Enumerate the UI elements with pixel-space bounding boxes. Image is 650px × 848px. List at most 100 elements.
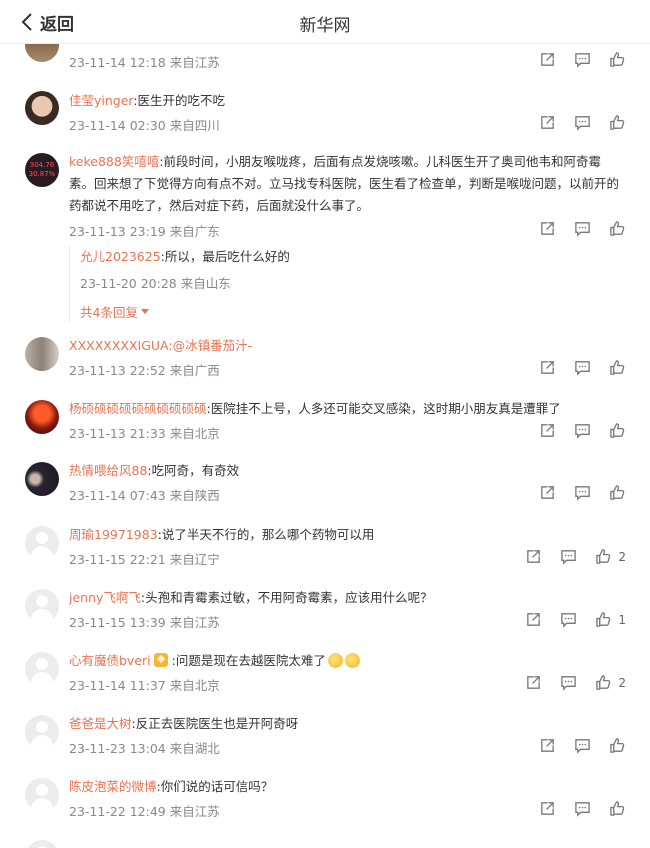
like-button[interactable] (609, 51, 626, 68)
thumbs-up-icon (610, 738, 625, 753)
avatar[interactable] (25, 589, 59, 623)
share-button[interactable] (539, 800, 556, 817)
avatar[interactable] (25, 526, 59, 560)
more-replies-button[interactable]: 共4条回复 (80, 302, 149, 321)
reply-button[interactable] (574, 800, 591, 817)
comment-meta: 23-11-13 21:33 来自北京 (69, 426, 220, 441)
comment-icon (575, 739, 590, 754)
comment-meta: 23-11-14 07:43 来自陕西 (69, 488, 220, 503)
reply-button[interactable] (574, 220, 591, 237)
avatar[interactable] (25, 400, 59, 434)
share-icon (541, 802, 554, 815)
like-button[interactable]: 1 (595, 611, 626, 628)
share-button[interactable] (539, 114, 556, 131)
avatar-text: 30.87% (28, 170, 56, 178)
comment-icon (561, 613, 577, 628)
avatar[interactable] (25, 337, 59, 371)
share-icon (527, 550, 541, 563)
reply-button[interactable] (574, 51, 591, 68)
comment-icon (561, 550, 577, 565)
comment-icon (575, 53, 590, 68)
back-label: 返回 (40, 14, 74, 35)
comment-meta: 23-11-23 13:04 来自湖北 (69, 741, 220, 756)
avatar[interactable] (25, 652, 59, 686)
reply-button[interactable] (560, 548, 577, 565)
comment-icon (575, 424, 590, 439)
reply-username[interactable]: 允儿2023625 (80, 249, 161, 264)
back-button[interactable]: 返回 (20, 9, 74, 35)
reply-text: :所以，最后吃什么好的 (160, 249, 290, 264)
like-button[interactable] (609, 359, 626, 376)
comment-username[interactable]: 心有魔债bveri (69, 653, 151, 668)
like-button[interactable] (609, 737, 626, 754)
page-title: 新华网 (299, 16, 351, 36)
reply-button[interactable] (574, 422, 591, 439)
comment-icon (575, 361, 590, 376)
like-count: 1 (618, 612, 626, 627)
chevron-left-icon (21, 13, 32, 31)
share-button[interactable] (525, 548, 542, 565)
comment-meta: 23-11-13 22:52 来自广西 (69, 363, 220, 378)
share-icon (541, 424, 554, 437)
thumbs-up-icon (610, 360, 625, 375)
share-button[interactable] (539, 484, 556, 501)
reply-button[interactable] (574, 114, 591, 131)
share-icon (527, 613, 541, 626)
like-button[interactable] (609, 220, 626, 237)
comment-username[interactable]: XXXXXXXXIGUA (69, 338, 168, 353)
reply-button[interactable] (574, 484, 591, 501)
comment-username[interactable]: 陈皮泡菜的微博 (69, 779, 157, 794)
comment-username[interactable]: keke888笑嘻嘻 (69, 154, 159, 169)
like-button[interactable]: 2 (595, 674, 626, 691)
like-button[interactable] (609, 114, 626, 131)
comment-username[interactable]: jenny飞啊飞 (69, 590, 141, 605)
reply-button[interactable] (574, 737, 591, 754)
avatar[interactable] (25, 778, 59, 812)
like-button[interactable]: 2 (595, 548, 626, 565)
laugh-cry-emoji-icon (344, 653, 360, 668)
comment-username[interactable]: 热情喂给风88 (69, 463, 147, 478)
avatar-text: 304.76 (29, 161, 55, 169)
comment-username[interactable]: 爸爸是大树 (69, 716, 132, 731)
like-button[interactable] (609, 422, 626, 439)
comment-text: :说了半天不行的，那么哪个药物可以用 (157, 527, 375, 542)
avatar[interactable] (25, 840, 59, 848)
share-icon (541, 361, 554, 374)
reply-button[interactable] (574, 359, 591, 376)
avatar[interactable]: 304.76 30.87% (25, 153, 59, 187)
comment-icon (575, 116, 590, 131)
thumbs-up-icon (610, 485, 625, 500)
thumbs-up-icon (610, 115, 625, 130)
share-button[interactable] (539, 51, 556, 68)
comment-icon (575, 802, 590, 817)
thumbs-up-icon (596, 612, 611, 627)
avatar[interactable] (25, 462, 59, 496)
reply-button[interactable] (560, 674, 577, 691)
share-button[interactable] (539, 359, 556, 376)
thumbs-up-icon (610, 801, 625, 816)
like-button[interactable] (609, 800, 626, 817)
share-icon (541, 222, 554, 235)
share-button[interactable] (525, 674, 542, 691)
share-button[interactable] (539, 422, 556, 439)
caret-down-icon (140, 309, 149, 314)
comment-username[interactable]: 杨硕硕硕硕硕硕硕硕硕硕 (69, 401, 207, 416)
avatar[interactable] (25, 91, 59, 125)
avatar[interactable] (25, 715, 59, 749)
comment-username[interactable]: 佳莹yinger (69, 93, 133, 108)
share-icon (527, 676, 541, 689)
reply-button[interactable] (560, 611, 577, 628)
comment-username[interactable]: 周瑜19971983 (69, 527, 158, 542)
share-button[interactable] (539, 737, 556, 754)
comment-meta: 23-11-22 12:49 来自江苏 (69, 804, 220, 819)
comment-text: :医生开的吃不吃 (133, 93, 226, 108)
share-button[interactable] (539, 220, 556, 237)
top-bar: 返回 新华网 (0, 0, 650, 44)
comment-meta: 23-11-14 12:18 来自江苏 (69, 55, 220, 70)
share-button[interactable] (525, 611, 542, 628)
like-count: 2 (618, 675, 626, 690)
like-button[interactable] (609, 484, 626, 501)
comment-text: :医院挂不上号，人多还可能交叉感染，这时期小朋友真是遭罪了 (206, 401, 561, 416)
comment-text: :吃阿奇，有奇效 (147, 463, 240, 478)
like-count: 2 (618, 549, 626, 564)
